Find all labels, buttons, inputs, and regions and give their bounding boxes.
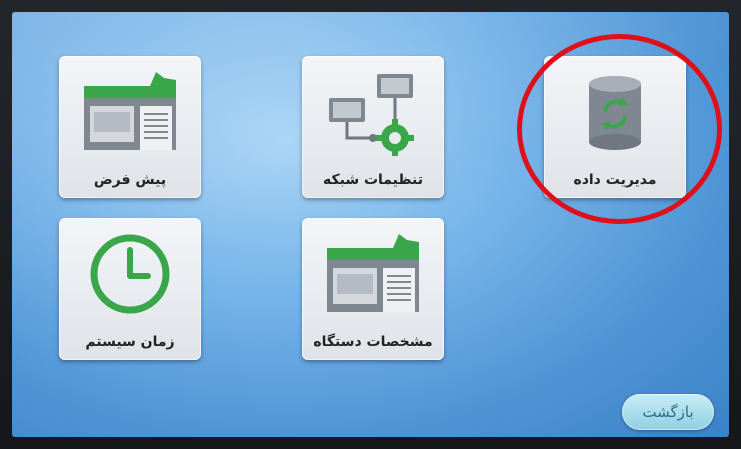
device-defaults-icon bbox=[84, 72, 176, 150]
system-time-label: زمان سیستم bbox=[85, 334, 175, 350]
network-settings-icon bbox=[329, 74, 414, 156]
defaults-label: پیش فرض bbox=[93, 172, 167, 188]
device-specs-label: مشخصات دستگاه bbox=[313, 334, 433, 350]
device-specs-icon bbox=[327, 234, 419, 312]
highlight-circle bbox=[517, 34, 722, 224]
system-time-tile[interactable]: زمان سیستم bbox=[59, 218, 201, 360]
device-specs-tile[interactable]: مشخصات دستگاه bbox=[302, 218, 444, 360]
touch-screen: مدیریت داده تنظیمات شبکه پیش فرض مشخصات … bbox=[12, 12, 729, 437]
network-settings-tile[interactable]: تنظیمات شبکه bbox=[302, 56, 444, 198]
clock-icon bbox=[90, 234, 170, 314]
network-settings-label: تنظیمات شبکه bbox=[322, 172, 424, 188]
back-button[interactable]: بازگشت bbox=[622, 394, 714, 430]
defaults-tile[interactable]: پیش فرض bbox=[59, 56, 201, 198]
